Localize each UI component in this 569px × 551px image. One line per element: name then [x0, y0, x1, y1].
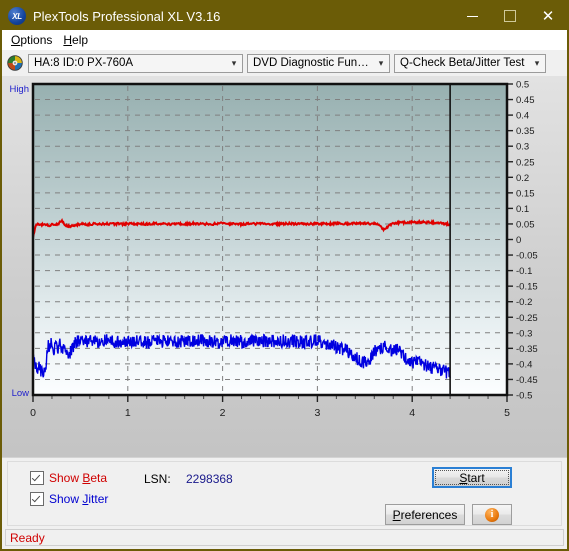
x-axis-labels: 0 1 2 3 4 5 [30, 407, 510, 419]
y-tick-label: 0.45 [516, 95, 535, 106]
lsn-label: LSN: [144, 472, 171, 486]
minimize-icon [466, 15, 478, 17]
y-tick-label: -0.45 [516, 375, 538, 386]
x-tick-label: 5 [504, 407, 510, 419]
chevron-down-icon[interactable]: ▾ [226, 58, 242, 69]
y-tick-label: -0.05 [516, 251, 538, 262]
drive-select[interactable]: HA:8 ID:0 PX-760A ▾ [28, 53, 243, 73]
y-tick-label: -0.4 [516, 359, 532, 370]
info-button[interactable]: i [472, 504, 512, 525]
y-tick-label: 0.1 [516, 204, 529, 215]
menu-item-help[interactable]: Help [60, 32, 96, 48]
title-bar: XL PlexTools Professional XL V3.16 ✕ [2, 2, 567, 30]
maximize-icon [504, 10, 516, 22]
application-window: XL PlexTools Professional XL V3.16 ✕ Opt… [0, 0, 569, 551]
x-tick-label: 3 [314, 407, 320, 419]
preferences-button-label: Preferences [392, 507, 458, 522]
chevron-down-icon[interactable]: ▾ [373, 58, 389, 69]
controls-group: Show Beta Show Jitter LSN: 2298368 Start… [7, 461, 562, 526]
y-tick-label: 0.15 [516, 188, 535, 199]
window-controls: ✕ [453, 2, 567, 30]
menu-mnemonic: O [11, 33, 21, 47]
y-tick-label: -0.1 [516, 266, 532, 277]
controls-panel: Show Beta Show Jitter LSN: 2298368 Start… [2, 457, 567, 529]
axis-label-low: Low [12, 388, 30, 399]
close-button[interactable]: ✕ [529, 2, 567, 30]
menu-label: ptions [20, 33, 53, 47]
beta-jitter-chart[interactable]: High Low 0.50.450.40.350.30.250.20.150.1… [2, 76, 569, 431]
start-button[interactable]: Start [432, 467, 512, 488]
chart-panel: High Low 0.5 0.45 0.4 0.35 0.3 0.25 0.2 0.15 0.1… [2, 76, 567, 457]
y-tick-label: 0.35 [516, 126, 535, 137]
status-text: Ready [5, 529, 564, 546]
info-icon: i [485, 507, 499, 522]
x-tick-label: 0 [30, 407, 36, 419]
status-bar: Ready [2, 529, 567, 549]
menu-bar: Options Help [2, 30, 567, 50]
menu-label: elp [72, 33, 89, 47]
y-tick-label: 0.3 [516, 142, 529, 153]
y-tick-label: 0.05 [516, 219, 535, 230]
show-beta-label: Show Beta [49, 471, 108, 485]
show-jitter-checkbox-row[interactable]: Show Jitter [30, 492, 108, 506]
show-jitter-label: Show Jitter [49, 492, 109, 506]
y-tick-label: 0.25 [516, 157, 535, 168]
show-jitter-checkbox[interactable] [30, 492, 44, 506]
lsn-value: 2298368 [186, 472, 233, 486]
focus-outline [435, 470, 509, 485]
window-title: PlexTools Professional XL V3.16 [33, 8, 221, 24]
y-tick-label: 0.5 [516, 80, 529, 91]
show-beta-checkbox-row[interactable]: Show Beta [30, 471, 107, 485]
x-tick-label: 1 [125, 407, 131, 419]
y-tick-label: -0.15 [516, 282, 538, 293]
minimize-button[interactable] [453, 2, 491, 30]
show-beta-checkbox[interactable] [30, 471, 44, 485]
close-icon: ✕ [541, 7, 555, 25]
x-tick-label: 2 [220, 407, 226, 419]
maximize-button[interactable] [491, 2, 529, 30]
function-select[interactable]: DVD Diagnostic Functions ▾ [247, 53, 390, 73]
test-select[interactable]: Q-Check Beta/Jitter Test ▾ [394, 53, 546, 73]
test-select-value: Q-Check Beta/Jitter Test [400, 57, 525, 69]
y-tick-label: 0.2 [516, 173, 529, 184]
chevron-down-icon[interactable]: ▾ [529, 58, 545, 69]
y-tick-label: -0.25 [516, 313, 538, 324]
optical-disc-icon [7, 55, 23, 71]
y-tick-label: -0.35 [516, 344, 538, 355]
drive-select-value: HA:8 ID:0 PX-760A [34, 57, 134, 69]
preferences-button[interactable]: Preferences [385, 504, 465, 525]
menu-mnemonic: H [63, 33, 73, 47]
axis-label-high: High [9, 84, 29, 95]
y-tick-label: -0.3 [516, 328, 532, 339]
menu-item-options[interactable]: Options [8, 32, 60, 48]
toolbar: HA:8 ID:0 PX-760A ▾ DVD Diagnostic Funct… [2, 50, 567, 76]
y-tick-label: 0.4 [516, 111, 529, 122]
y-tick-label: -0.5 [516, 391, 532, 402]
app-icon: XL [8, 7, 26, 25]
function-select-value: DVD Diagnostic Functions [253, 57, 373, 69]
y-axis-labels: 0.5 0.45 0.4 0.35 0.3 0.25 0.2 0.15 0.1 0.05 0 -0.0… [516, 80, 538, 402]
x-tick-label: 4 [409, 407, 415, 419]
y-tick-label: 0 [516, 235, 521, 246]
y-tick-label: -0.2 [516, 297, 532, 308]
